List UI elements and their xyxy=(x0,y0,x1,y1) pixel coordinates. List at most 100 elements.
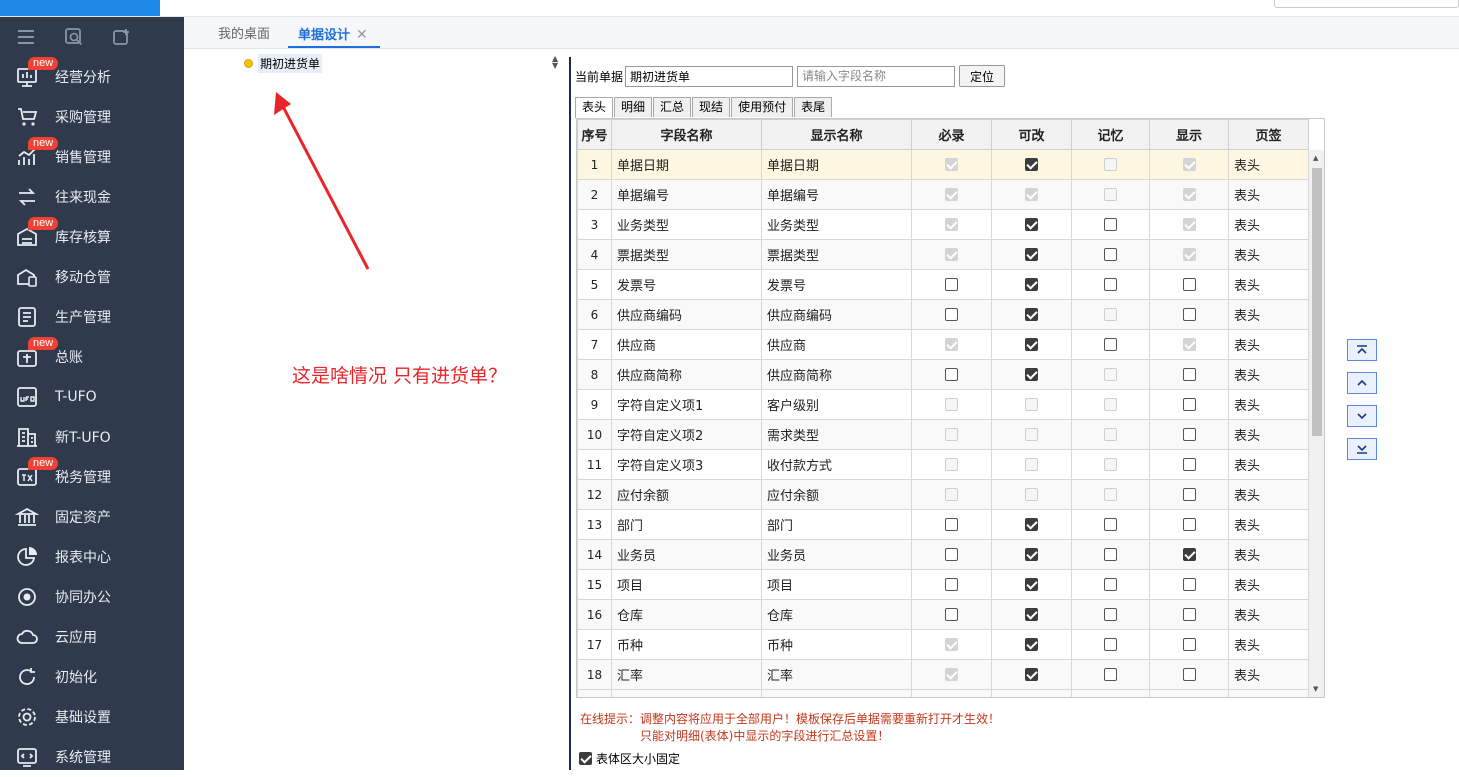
sidebar-item[interactable]: 库存核算 new xyxy=(0,217,184,257)
sidebar-item[interactable]: 报表中心 xyxy=(0,537,184,577)
section-tab[interactable]: 表头 xyxy=(575,97,614,118)
required-checkbox[interactable] xyxy=(945,278,958,291)
editable-checkbox[interactable] xyxy=(1025,158,1038,171)
display-name-cell[interactable]: 部门 xyxy=(761,509,912,540)
display-name-cell[interactable]: 供应商简称 xyxy=(761,359,912,390)
editable-checkbox[interactable] xyxy=(1025,368,1038,381)
visible-checkbox[interactable] xyxy=(1182,458,1196,471)
menu-icon[interactable] xyxy=(16,27,36,47)
editable-checkbox[interactable] xyxy=(1025,548,1038,561)
display-name-cell[interactable]: 单据编号 xyxy=(761,179,912,210)
fixed-size-option[interactable]: 表体区大小固定 xyxy=(579,750,680,767)
memory-checkbox[interactable] xyxy=(1104,548,1117,561)
memory-checkbox[interactable] xyxy=(1104,608,1117,621)
sidebar-item[interactable]: T-UFO xyxy=(0,377,184,417)
column-header[interactable]: 可改 xyxy=(991,119,1072,150)
section-tab[interactable]: 现结 xyxy=(692,97,731,117)
sidebar-item[interactable]: 总账 new xyxy=(0,337,184,377)
editable-checkbox[interactable] xyxy=(1025,278,1038,291)
required-checkbox[interactable] xyxy=(945,368,958,381)
visible-checkbox[interactable] xyxy=(1182,398,1196,411)
sidebar-item[interactable]: 经营分析 new xyxy=(0,57,184,97)
close-icon[interactable]: ✕ xyxy=(356,27,368,43)
required-checkbox[interactable] xyxy=(945,548,958,561)
display-name-cell[interactable]: 币种 xyxy=(761,629,912,660)
table-row[interactable]: 8 供应商简称 供应商简称 表头 xyxy=(577,359,1309,390)
table-row[interactable]: 9 字符自定义项1 客户级别 表头 xyxy=(577,389,1309,420)
sort-arrows-icon[interactable]: ▲ ▼ xyxy=(552,55,558,70)
editable-checkbox[interactable] xyxy=(1025,518,1038,531)
memory-checkbox[interactable] xyxy=(1104,518,1117,531)
editable-checkbox[interactable] xyxy=(1025,338,1038,351)
visible-checkbox[interactable] xyxy=(1182,668,1196,681)
memory-checkbox[interactable] xyxy=(1104,668,1117,681)
move-bottom-button[interactable] xyxy=(1347,438,1377,460)
visible-checkbox[interactable] xyxy=(1182,308,1196,321)
table-row[interactable]: 16 仓库 仓库 表头 xyxy=(577,599,1309,630)
section-tab[interactable]: 明细 xyxy=(614,97,653,117)
sidebar-item[interactable]: 云应用 xyxy=(0,617,184,657)
table-row[interactable]: 10 字符自定义项2 需求类型 表头 xyxy=(577,419,1309,450)
sidebar-item[interactable]: 采购管理 xyxy=(0,97,184,137)
sidebar-item[interactable]: 生产管理 xyxy=(0,297,184,337)
display-name-cell[interactable]: 发票号 xyxy=(761,269,912,300)
section-tab[interactable]: 表尾 xyxy=(794,97,833,117)
move-up-button[interactable] xyxy=(1347,372,1377,394)
table-row[interactable]: 14 业务员 业务员 表头 xyxy=(577,539,1309,570)
column-header[interactable]: 记忆 xyxy=(1071,119,1150,150)
visible-checkbox[interactable] xyxy=(1182,368,1196,381)
visible-checkbox[interactable] xyxy=(1182,578,1196,591)
visible-checkbox[interactable] xyxy=(1182,638,1196,651)
fixed-size-checkbox[interactable] xyxy=(579,752,592,765)
table-row[interactable]: 3 业务类型 业务类型 表头 xyxy=(577,209,1309,240)
sidebar-item[interactable]: 新T-UFO xyxy=(0,417,184,457)
editable-checkbox[interactable] xyxy=(1025,578,1038,591)
section-tab[interactable]: 使用预付 xyxy=(731,97,794,117)
table-row[interactable]: 18 汇率 汇率 表头 xyxy=(577,659,1309,690)
editable-checkbox[interactable] xyxy=(1025,308,1038,321)
memory-checkbox[interactable] xyxy=(1104,638,1117,651)
sidebar-item[interactable]: 协同办公 xyxy=(0,577,184,617)
editable-checkbox[interactable] xyxy=(1025,218,1038,231)
column-header[interactable]: 显示名称 xyxy=(761,119,912,150)
sidebar-item[interactable]: 系统管理 xyxy=(0,737,184,777)
display-name-cell[interactable]: 供应商编码 xyxy=(761,299,912,330)
add-window-icon[interactable] xyxy=(112,27,132,47)
memory-checkbox[interactable] xyxy=(1104,278,1117,291)
sidebar-item[interactable]: 税务管理 new xyxy=(0,457,184,497)
search-icon[interactable] xyxy=(64,27,84,47)
required-checkbox[interactable] xyxy=(945,608,958,621)
table-row[interactable]: 12 应付余额 应付余额 表头 xyxy=(577,479,1309,510)
table-row[interactable]: 2 单据编号 单据编号 表头 xyxy=(577,179,1309,210)
sidebar-item[interactable]: 基础设置 xyxy=(0,697,184,737)
memory-checkbox[interactable] xyxy=(1104,248,1117,261)
memory-checkbox[interactable] xyxy=(1104,578,1117,591)
table-row[interactable]: 1 单据日期 单据日期 表头 xyxy=(577,149,1309,180)
required-checkbox[interactable] xyxy=(945,518,958,531)
display-name-cell[interactable]: 应付余额 xyxy=(761,479,912,510)
scroll-up-icon[interactable]: ▲ xyxy=(1313,154,1318,162)
table-row[interactable]: 17 币种 币种 表头 xyxy=(577,629,1309,660)
display-name-cell[interactable]: 业务员 xyxy=(761,539,912,570)
visible-checkbox[interactable] xyxy=(1182,278,1196,291)
field-search-input[interactable] xyxy=(797,65,956,87)
move-down-button[interactable] xyxy=(1347,405,1377,427)
display-name-cell[interactable]: 项目 xyxy=(761,569,912,600)
scroll-thumb[interactable] xyxy=(1312,168,1322,436)
display-name-cell[interactable]: 供应商 xyxy=(761,329,912,360)
visible-checkbox[interactable] xyxy=(1182,428,1196,441)
sidebar-item[interactable]: 移动仓管 xyxy=(0,257,184,297)
sidebar-item[interactable]: 销售管理 new xyxy=(0,137,184,177)
visible-checkbox[interactable] xyxy=(1182,488,1196,501)
table-row[interactable]: 4 票据类型 票据类型 表头 xyxy=(577,239,1309,270)
column-header[interactable]: 字段名称 xyxy=(611,119,762,150)
tab-my-desktop[interactable]: 我的桌面 xyxy=(218,17,270,48)
display-name-cell[interactable]: 业务类型 xyxy=(761,209,912,240)
display-name-cell[interactable]: 仓库 xyxy=(761,599,912,630)
current-bill-input[interactable] xyxy=(625,65,794,87)
display-name-cell[interactable]: 票据类型 xyxy=(761,239,912,270)
grid-scrollbar[interactable]: ▲ ▼ xyxy=(1309,150,1324,697)
visible-checkbox[interactable] xyxy=(1182,548,1196,561)
memory-checkbox[interactable] xyxy=(1104,218,1117,231)
tab-bill-design[interactable]: 单据设计 ✕ xyxy=(288,17,380,48)
